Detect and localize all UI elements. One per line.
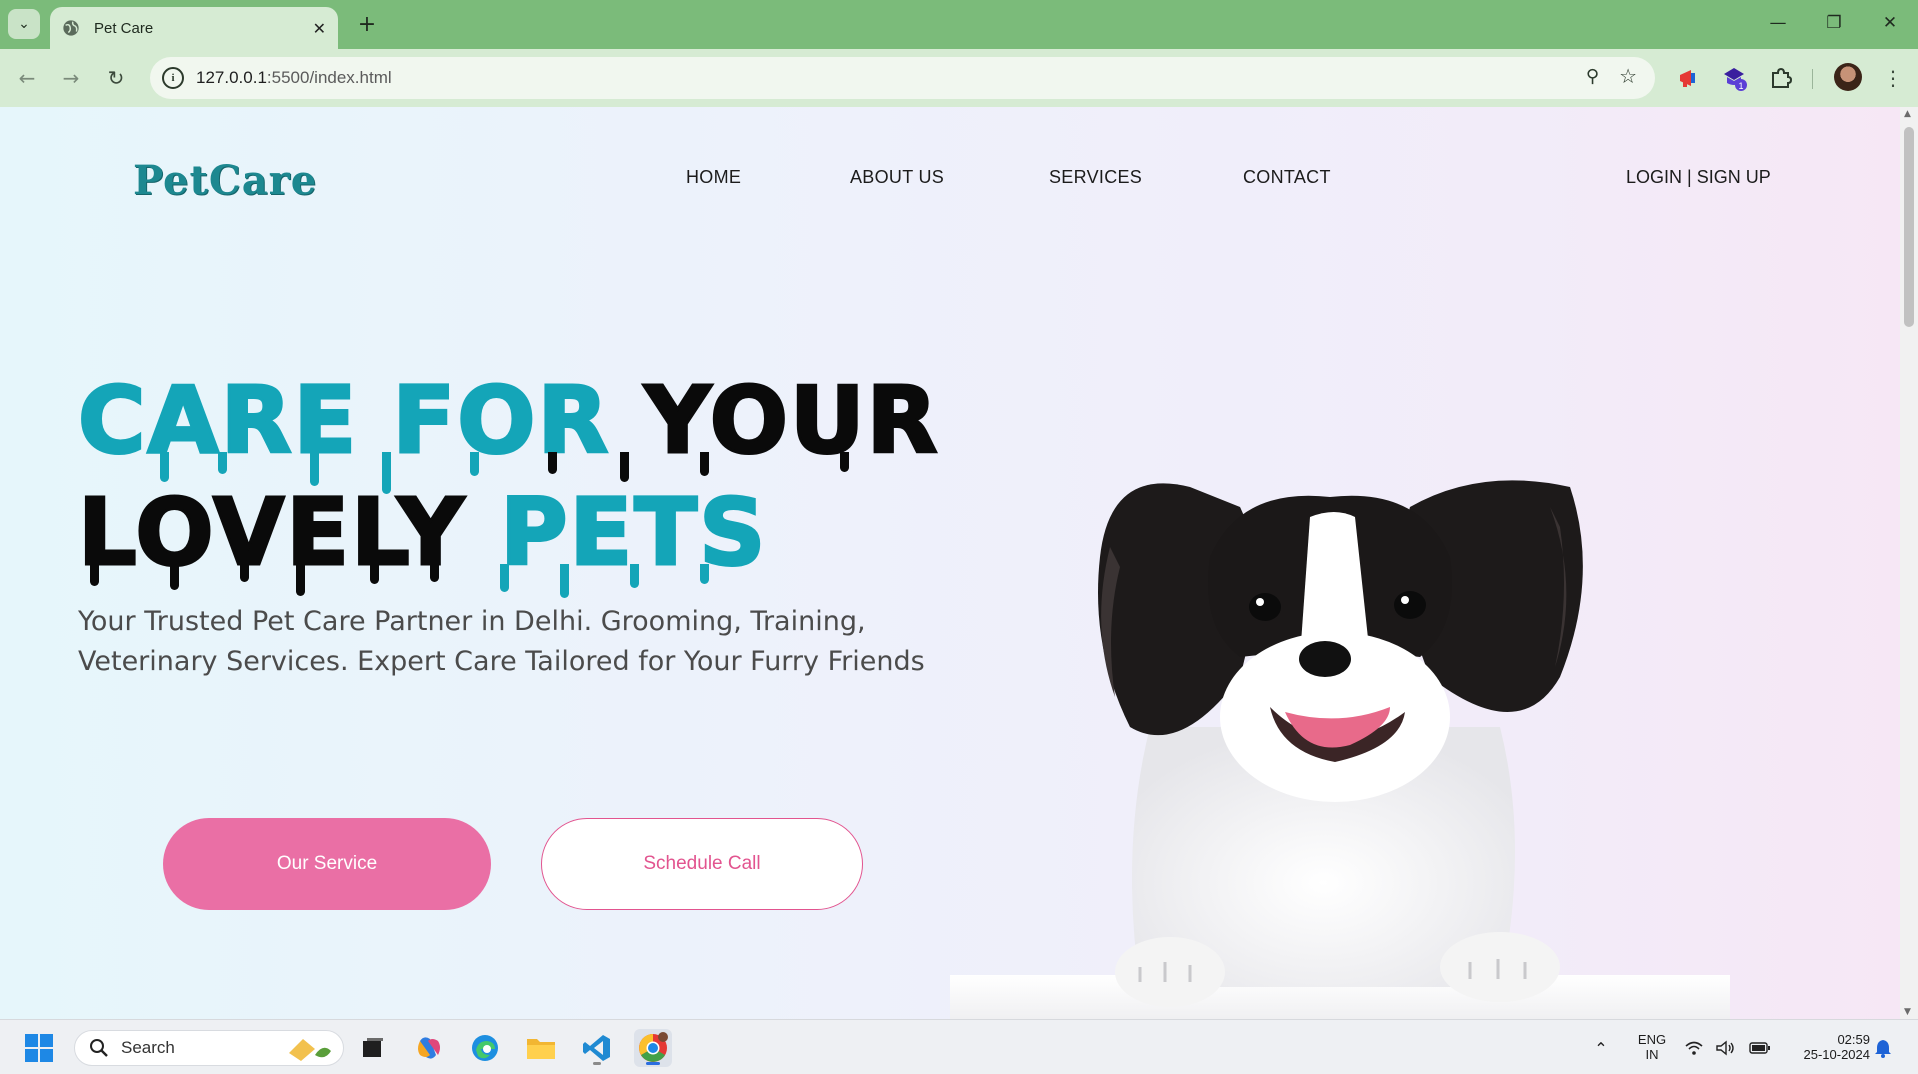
- browser-menu-icon[interactable]: ⋮: [1878, 63, 1908, 93]
- tab-close-icon[interactable]: ✕: [313, 19, 326, 38]
- nav-services[interactable]: SERVICES: [1049, 167, 1142, 188]
- globe-icon: [63, 20, 79, 36]
- browser-tab-strip: ⌄ Pet Care ✕ + — ❐ ✕: [0, 0, 1918, 49]
- schedule-call-button[interactable]: Schedule Call: [541, 818, 863, 910]
- address-bar[interactable]: i 127.0.0.1:5500/index.html ⚲ ☆: [150, 57, 1655, 99]
- site-logo[interactable]: PetCare: [133, 157, 317, 204]
- language-label: ENG: [1637, 1032, 1667, 1047]
- windows-start-icon[interactable]: [20, 1029, 58, 1067]
- language-indicator[interactable]: ENG IN: [1632, 1032, 1672, 1062]
- scroll-down-arrow-icon[interactable]: ▼: [1904, 1007, 1911, 1017]
- volume-icon: [1716, 1040, 1734, 1056]
- hero-text-black: LOVELY: [76, 479, 467, 586]
- app-running-indicator: [593, 1062, 601, 1065]
- windows-taskbar: Search ⌃ ENG IN 02:59 25-10-2024: [0, 1019, 1918, 1074]
- url-text[interactable]: 127.0.0.1:5500/index.html: [196, 68, 392, 88]
- browser-toolbar: ← → ↻ i 127.0.0.1:5500/index.html ⚲ ☆ 1 …: [0, 49, 1918, 107]
- web-page: PetCare HOME ABOUT US SERVICES CONTACT L…: [0, 107, 1900, 1019]
- zoom-icon[interactable]: ⚲: [1586, 66, 1599, 87]
- nav-home[interactable]: HOME: [686, 167, 741, 188]
- search-label: Search: [121, 1038, 175, 1057]
- scroll-up-arrow-icon[interactable]: ▲: [1904, 109, 1911, 119]
- hero-heading-line-1: CARE FOR YOUR: [76, 367, 940, 474]
- clock-time: 02:59: [1837, 1032, 1870, 1047]
- scrollbar-thumb[interactable]: [1904, 127, 1914, 327]
- tab-search-button[interactable]: ⌄: [8, 9, 40, 39]
- extension-badge: 1: [1738, 81, 1743, 91]
- close-window-button[interactable]: ✕: [1862, 0, 1918, 46]
- browser-tab[interactable]: Pet Care ✕: [50, 7, 338, 49]
- our-service-button[interactable]: Our Service: [163, 818, 491, 910]
- search-highlight-icon: [289, 1039, 331, 1061]
- forward-arrow-icon[interactable]: →: [56, 63, 86, 93]
- wifi-icon: [1685, 1041, 1703, 1055]
- hero-subtitle: Your Trusted Pet Care Partner in Delhi. …: [78, 606, 925, 677]
- clock-date: 25-10-2024: [1803, 1047, 1871, 1062]
- search-icon: [90, 1039, 108, 1057]
- url-host: 127.0.0.1: [196, 68, 267, 87]
- bookmark-star-icon[interactable]: ☆: [1619, 64, 1637, 88]
- battery-icon: [1749, 1042, 1771, 1054]
- notification-bell-icon[interactable]: [1868, 1029, 1898, 1067]
- extensions-puzzle-icon[interactable]: [1766, 63, 1796, 93]
- login-signup-link[interactable]: LOGIN | SIGN UP: [1626, 167, 1771, 188]
- nav-about-us[interactable]: ABOUT US: [850, 167, 944, 188]
- region-label: IN: [1645, 1047, 1659, 1062]
- file-explorer-icon[interactable]: [522, 1029, 560, 1067]
- tab-title: Pet Care: [94, 19, 154, 37]
- papillon-dog-image: [950, 480, 1730, 1019]
- minimize-button[interactable]: —: [1750, 0, 1806, 46]
- profile-avatar[interactable]: [1834, 63, 1862, 91]
- page-scrollbar[interactable]: ▲ ▼: [1900, 107, 1918, 1019]
- task-view-icon[interactable]: [354, 1029, 392, 1067]
- restore-button[interactable]: ❐: [1806, 0, 1862, 46]
- hero-text-black: YOUR: [643, 367, 940, 474]
- site-info-icon[interactable]: i: [162, 67, 184, 89]
- copilot-icon[interactable]: [410, 1029, 448, 1067]
- nav-contact[interactable]: CONTACT: [1243, 167, 1331, 188]
- toolbar-divider: [1812, 69, 1813, 89]
- chrome-icon[interactable]: [634, 1029, 672, 1067]
- new-tab-button[interactable]: +: [352, 9, 382, 39]
- edge-browser-icon[interactable]: [466, 1029, 504, 1067]
- reload-icon[interactable]: ↻: [101, 63, 131, 93]
- vscode-icon[interactable]: [578, 1029, 616, 1067]
- hero-heading-line-2: LOVELY PETS: [76, 479, 767, 586]
- system-tray-quick-settings[interactable]: [1678, 1029, 1778, 1067]
- hero-text-teal: CARE FOR: [76, 367, 611, 474]
- back-arrow-icon[interactable]: ←: [12, 63, 42, 93]
- url-path: :5500/index.html: [266, 68, 392, 87]
- taskbar-search[interactable]: Search: [74, 1030, 344, 1066]
- shield-extension-icon[interactable]: 1: [1720, 63, 1750, 93]
- app-active-indicator: [646, 1062, 660, 1065]
- clock[interactable]: 02:59 25-10-2024: [1782, 1032, 1871, 1062]
- show-hidden-icons-chevron-icon[interactable]: ⌃: [1582, 1029, 1620, 1067]
- megaphone-extension-icon[interactable]: [1674, 63, 1704, 93]
